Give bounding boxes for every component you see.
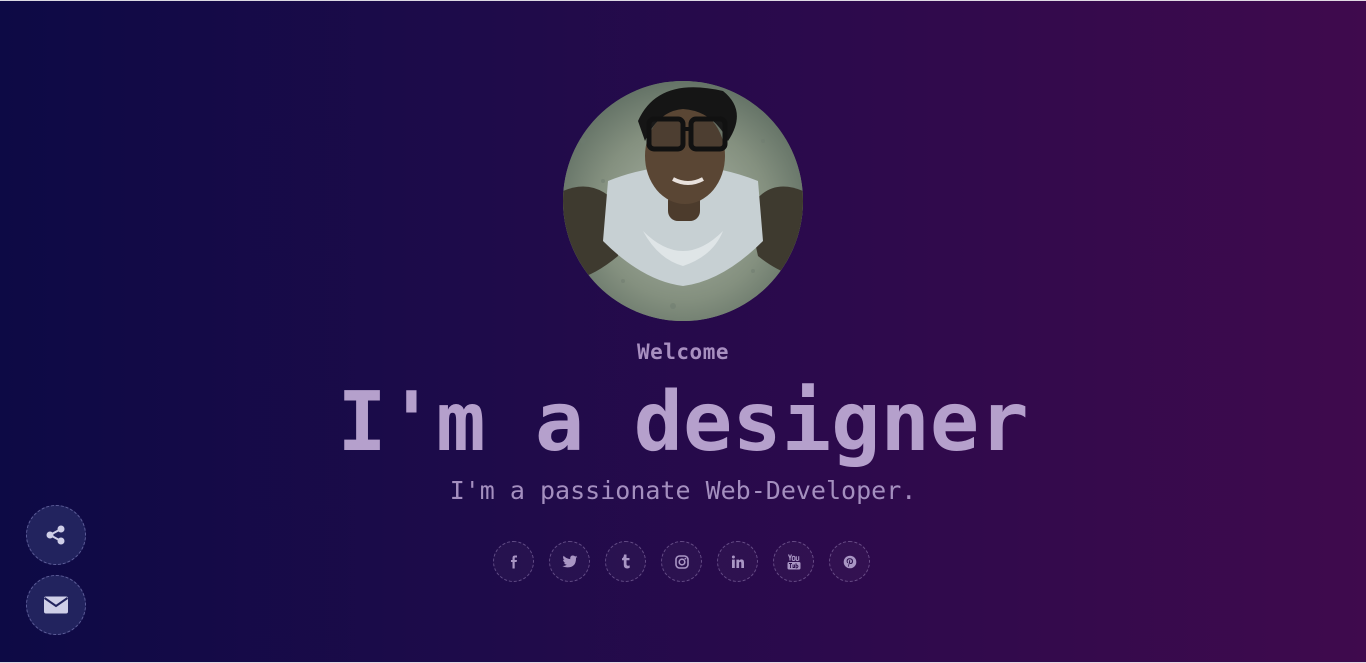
facebook-button[interactable] [493,541,534,582]
top-border [0,0,1366,1]
hero-tagline: I'm a passionate Web-Developer. [449,476,917,505]
linkedin-button[interactable] [717,541,758,582]
facebook-icon [510,555,517,568]
welcome-greeting: Welcome [636,340,729,364]
share-icon [46,525,65,545]
tumblr-button[interactable] [605,541,646,582]
instagram-icon [674,554,689,569]
profile-photo [563,81,803,321]
youtube-button[interactable] [773,541,814,582]
social-links [493,541,870,582]
pinterest-button[interactable] [829,541,870,582]
instagram-button[interactable] [661,541,702,582]
linkedin-icon [731,555,744,568]
envelope-icon [43,596,69,614]
pinterest-icon [843,555,856,568]
tumblr-icon [621,554,630,569]
share-button[interactable] [26,505,86,565]
hero-headline: I'm a designer [337,375,1029,470]
twitter-button[interactable] [549,541,590,582]
profile-avatar [563,81,803,321]
mail-button[interactable] [26,575,86,635]
youtube-icon [787,553,800,569]
twitter-icon [561,555,577,567]
